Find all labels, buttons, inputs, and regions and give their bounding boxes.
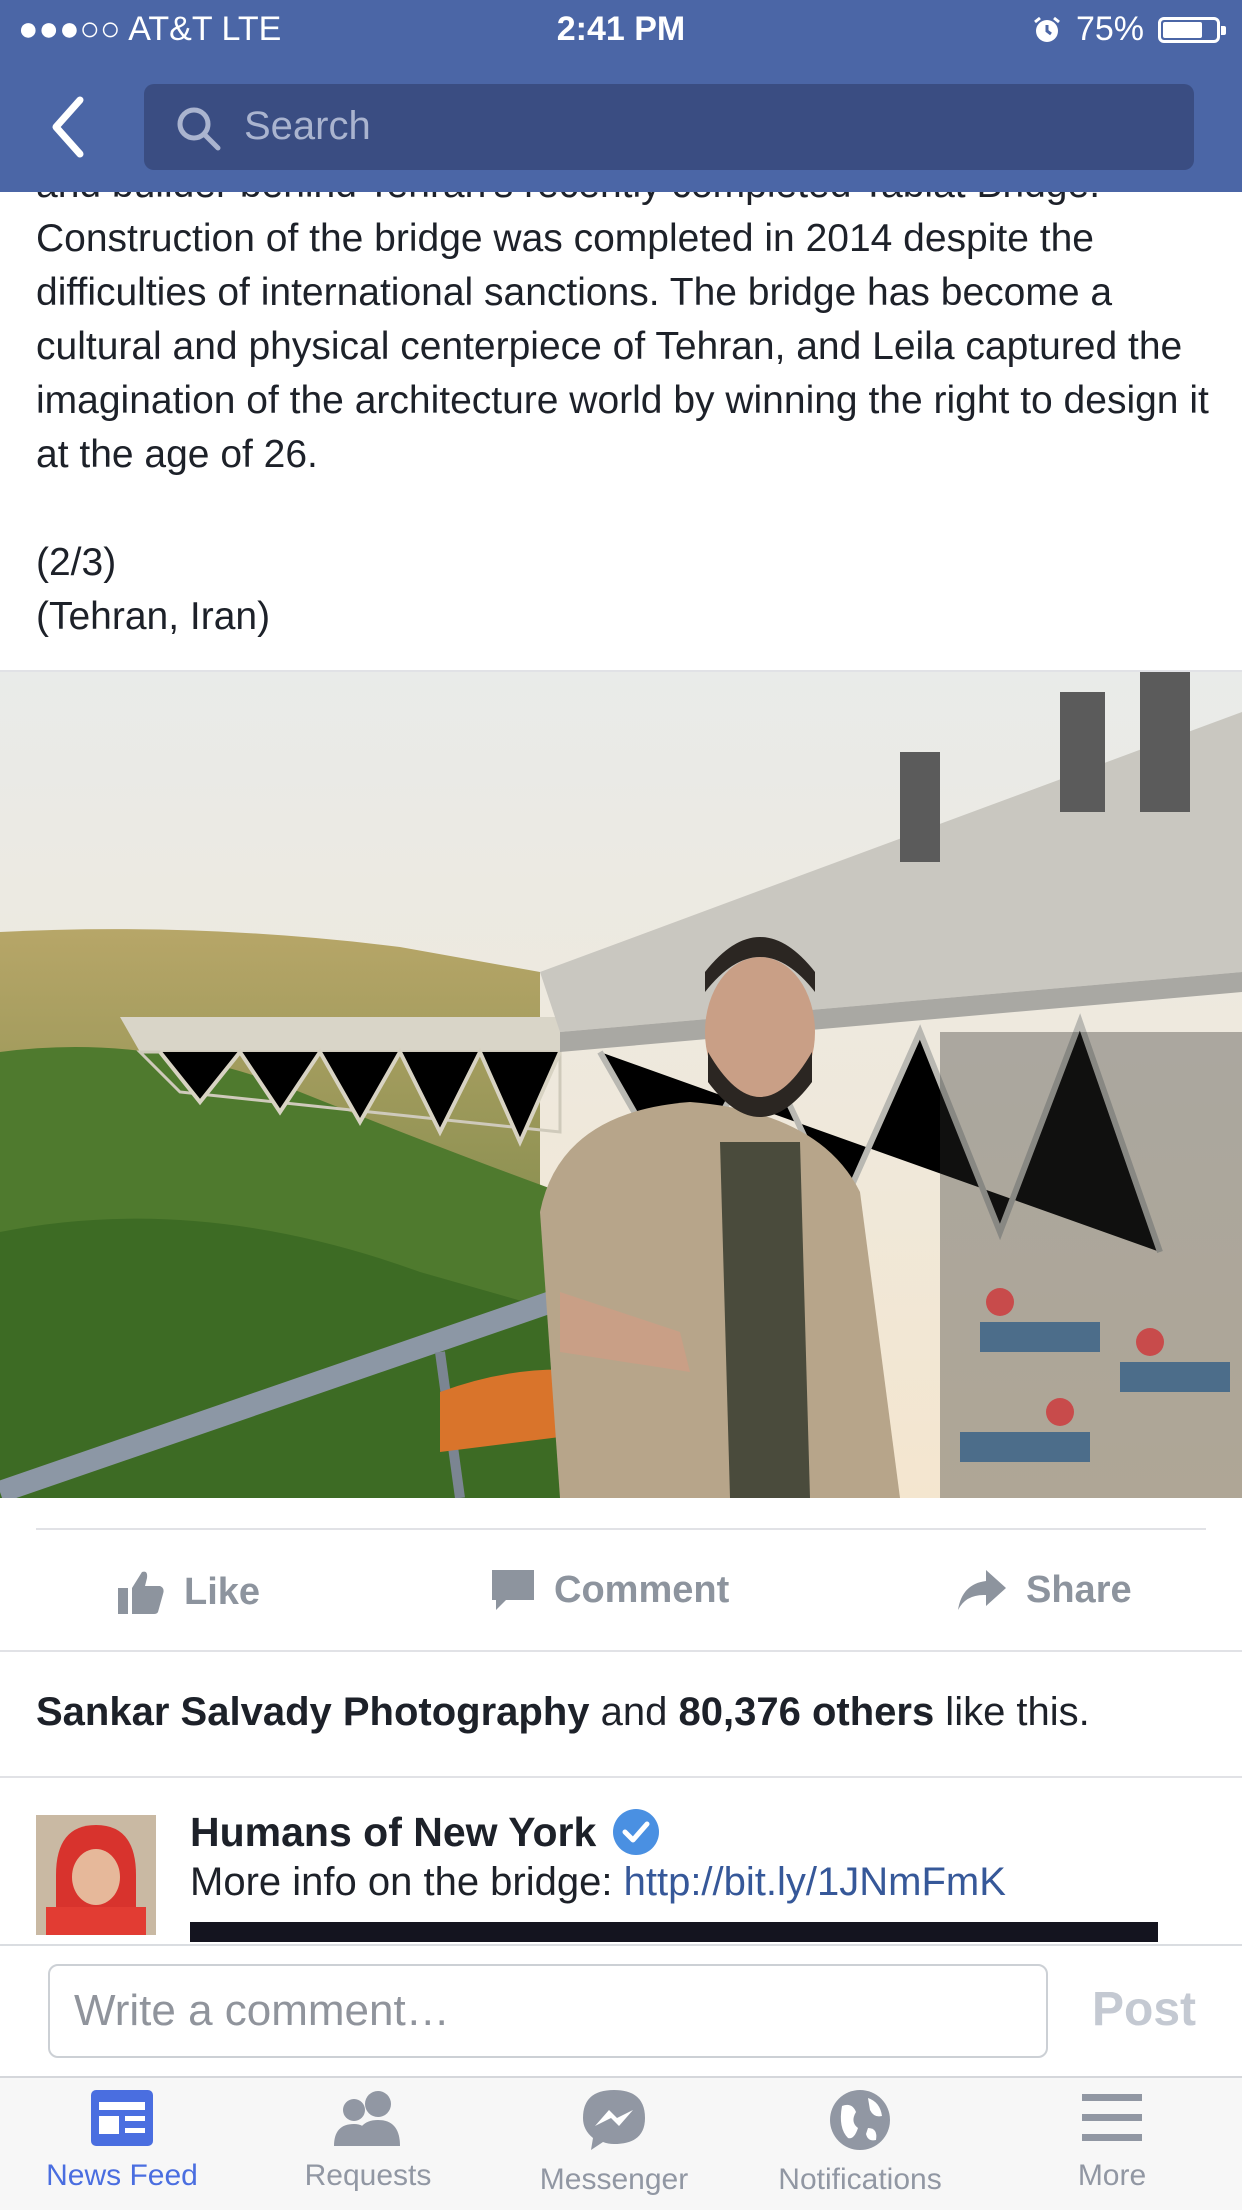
tab-requests[interactable]: Requests bbox=[248, 2088, 488, 2193]
avatar-image bbox=[36, 1815, 156, 1935]
share-button[interactable]: Share bbox=[956, 1568, 1132, 1612]
comment-placeholder: Write a comment… bbox=[74, 1986, 450, 2035]
post-text: Construction of the bridge was completed… bbox=[36, 212, 1216, 644]
tab-messenger[interactable]: Messenger bbox=[494, 2088, 734, 2197]
liker-name[interactable]: Sankar Salvady Photography bbox=[36, 1690, 590, 1734]
comment-text: More info on the bridge: http://bit.ly/1… bbox=[190, 1860, 1006, 1905]
comment-composer: Write a comment… Post bbox=[0, 1944, 1242, 2078]
friends-icon bbox=[334, 2091, 400, 2146]
likes-suffix: like this. bbox=[934, 1690, 1090, 1734]
likes-and: and bbox=[589, 1690, 679, 1734]
status-right: 75% bbox=[1032, 10, 1226, 49]
comment-label: Comment bbox=[554, 1568, 730, 1611]
messenger-icon bbox=[583, 2090, 645, 2150]
share-label: Share bbox=[1026, 1568, 1132, 1611]
avatar[interactable] bbox=[36, 1815, 156, 1935]
post-cut-line: and builder behind Tehran's recently com… bbox=[36, 192, 1216, 214]
likes-count[interactable]: 80,376 others bbox=[678, 1690, 934, 1734]
post-photo[interactable] bbox=[0, 672, 1242, 1498]
comment-button[interactable]: Comment bbox=[490, 1568, 729, 1612]
alarm-icon bbox=[1034, 16, 1060, 42]
battery-percent: 75% bbox=[1075, 10, 1144, 48]
post-button[interactable]: Post bbox=[1092, 1982, 1196, 2037]
tab-label: News Feed bbox=[46, 2159, 198, 2192]
battery-icon bbox=[1158, 16, 1226, 43]
comment-input[interactable]: Write a comment… bbox=[48, 1964, 1048, 2058]
bridge-photo-illustration bbox=[0, 672, 1242, 1498]
like-button[interactable]: Like bbox=[116, 1568, 260, 1616]
comment-body: More info on the bridge: bbox=[190, 1860, 624, 1904]
tab-more[interactable]: More bbox=[992, 2088, 1232, 2193]
search-input[interactable]: Search bbox=[144, 84, 1194, 170]
back-chevron-icon[interactable] bbox=[48, 92, 88, 162]
tab-label: Notifications bbox=[778, 2163, 942, 2196]
post-cut-line-text: and builder behind Tehran's recently com… bbox=[36, 192, 1100, 206]
link-preview[interactable] bbox=[190, 1922, 1158, 1942]
thumbs-up-icon bbox=[118, 1571, 164, 1614]
tab-notifications[interactable]: Notifications bbox=[740, 2088, 980, 2197]
share-arrow-icon bbox=[958, 1570, 1006, 1610]
comment-author[interactable]: Humans of New York bbox=[190, 1808, 660, 1856]
tab-bar: News Feed Requests Messenger Notificatio… bbox=[0, 2076, 1242, 2210]
tab-label: Requests bbox=[304, 2159, 432, 2192]
search-icon bbox=[177, 107, 221, 151]
post-body: Construction of the bridge was completed… bbox=[36, 217, 1209, 476]
divider bbox=[0, 1776, 1242, 1778]
comment-bubble-icon bbox=[492, 1570, 534, 1610]
menu-icon bbox=[1082, 2094, 1142, 2141]
post-location: (Tehran, Iran) bbox=[36, 595, 271, 638]
globe-icon bbox=[830, 2090, 890, 2150]
comment-link[interactable]: http://bit.ly/1JNmFmK bbox=[624, 1860, 1006, 1904]
tab-label: More bbox=[1077, 2159, 1147, 2192]
tab-news-feed[interactable]: News Feed bbox=[2, 2088, 242, 2193]
top-bar: ●●●○○ AT&T LTE 2:41 PM 75% Search bbox=[0, 0, 1242, 192]
battery-fill bbox=[1163, 21, 1202, 38]
comment-author-name[interactable]: Humans of New York bbox=[190, 1809, 596, 1856]
divider bbox=[0, 1650, 1242, 1652]
post-part: (2/3) bbox=[36, 541, 117, 584]
like-label: Like bbox=[184, 1570, 261, 1613]
likes-summary[interactable]: Sankar Salvady Photography and 80,376 ot… bbox=[36, 1690, 1090, 1735]
post-actions: Like Comment Share bbox=[0, 1530, 1242, 1648]
news-feed-icon bbox=[91, 2090, 153, 2146]
search-placeholder: Search bbox=[244, 104, 371, 148]
tab-label: Messenger bbox=[539, 2163, 689, 2196]
verified-badge-icon bbox=[613, 1809, 660, 1855]
status-bar: ●●●○○ AT&T LTE 2:41 PM 75% bbox=[0, 0, 1242, 62]
